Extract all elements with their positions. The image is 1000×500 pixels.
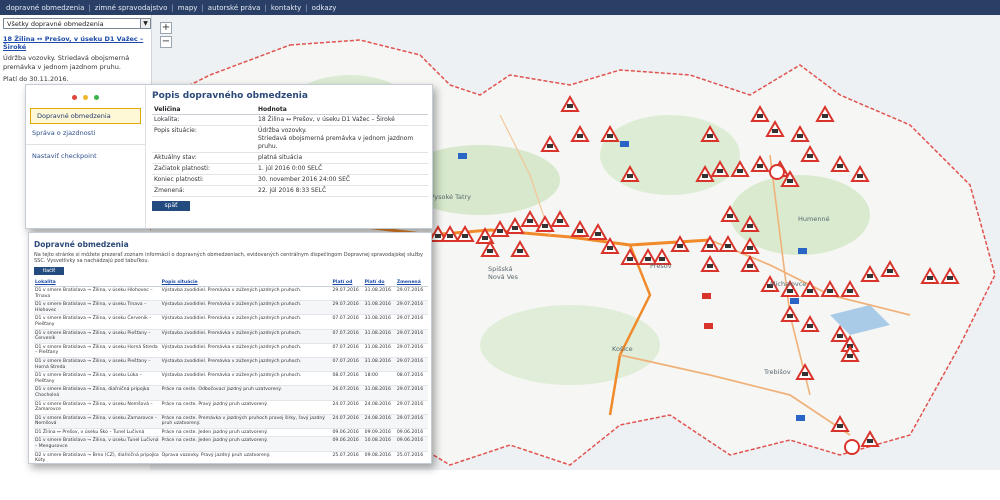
table-row[interactable]: D1 v smere Bratislava → Žilina, v úseku … [34,329,428,344]
column-popis[interactable]: Popis situácie [160,279,332,287]
detail-table: Veličina Hodnota Lokalita: 18 Žilina ↔ P… [152,105,428,197]
nav-autorske-prava[interactable]: autorské práva [208,4,261,12]
map-label-humenne: Humenné [798,215,830,223]
table-row[interactable]: D2 v smere Bratislava → Brno (CZ), diaľn… [34,451,428,463]
header-velicina: Veličina [152,105,256,115]
table-row[interactable]: D1 v smere Bratislava → Žilina, v úseku … [34,371,428,387]
zoom-in-button[interactable]: + [160,22,172,34]
restriction-detail-window: Dopravné obmedzenia Správa o zjazdnosti … [25,84,433,229]
map-label-michalovce: Michalovce [770,280,807,288]
nav-kontakty[interactable]: kontakty [271,4,302,12]
column-plati-do[interactable]: Platí do [363,279,396,287]
column-lokalita[interactable]: Lokalita [34,279,161,287]
column-plati-od[interactable]: Platí od [331,279,364,287]
table-row[interactable]: D1 v smere Bratislava → Žilina, diaľničn… [34,385,428,401]
restriction-table: Lokalita Popis situácie Platí od Platí d… [34,279,428,463]
sidebar-item-dopravne-obmedzenia[interactable]: Dopravné obmedzenia [30,108,141,124]
table-row[interactable]: D1 v smere Bratislava → Žilina, v úseku … [34,314,428,330]
maximize-dot-icon[interactable] [94,95,99,100]
location-marker[interactable] [769,164,785,180]
restriction-link[interactable]: 18 Žilina ↔ Prešov, v úseku D1 Važec – Š… [3,35,148,51]
table-row: Zmenená: 22. júl 2016 8:33 SELČ [152,185,428,197]
zoom-out-button[interactable]: − [160,36,172,48]
restriction-description: Údržba vozovky. Striedavá obojsmerná pre… [3,54,130,71]
table-row[interactable]: D1 Žilina ↔ Prešov, v úseku Ško – Tunel … [34,428,428,438]
location-marker[interactable] [844,439,860,455]
table-row: Začiatok platnosti: 1. júl 2016 0:00 SEL… [152,163,428,175]
restriction-info-panel: Všetky dopravné obmedzenia ▼ 18 Žilina ↔… [0,15,152,95]
restriction-list-window: Dopravné obmedzenia Na tejto stránke si … [28,232,432,464]
nav-odkazy[interactable]: odkazy [312,4,337,12]
list-title: Dopravné obmedzenia [34,240,129,249]
table-row[interactable]: D1 v smere Bratislava → Žilina, v úseku … [34,414,428,429]
restriction-filter-select[interactable]: Všetky dopravné obmedzenia ▼ [3,18,151,29]
map-label-kosice: Košice [612,345,633,353]
table-row[interactable]: D1 v smere Bratislava → Žilina, v úseku … [34,343,428,358]
minimize-dot-icon[interactable] [83,95,88,100]
column-zmenena[interactable]: Zmenená [395,279,428,287]
window-controls [26,95,145,100]
list-description: Na tejto stránke si môžete prezerať zozn… [34,252,424,264]
table-row: Popis situácie: Údržba vozovky. Striedavá… [152,125,428,153]
chevron-down-icon[interactable]: ▼ [140,19,150,28]
header-hodnota: Hodnota [256,105,428,115]
table-row[interactable]: D1 v smere Bratislava → Žilina, v úseku … [34,286,428,302]
detail-content: Popis dopravného obmedzenia Veličina Hod… [152,91,428,211]
detail-sidebar: Dopravné obmedzenia Správa o zjazdnosti … [26,85,146,228]
map-label-spisska: Spišská Nová Ves [488,265,519,281]
table-row: Lokalita: 18 Žilina ↔ Prešov, v úseku D1… [152,114,428,126]
detail-title: Popis dopravného obmedzenia [152,91,308,101]
sidebar-item-sprava-o-zjazdnosti[interactable]: Správa o zjazdnosti [26,126,145,140]
select-value: Všetky dopravné obmedzenia [7,20,104,28]
map-label-tatry: Vysoké Tatry [430,193,472,201]
table-row[interactable]: D1 v smere Bratislava → Žilina, v úseku … [34,357,428,373]
back-button[interactable]: späť [152,201,190,211]
table-row: Aktuálny stav: platná situácia [152,152,428,164]
sidebar-item-nastavit-checkpoint[interactable]: Nastaviť checkpoint [26,149,145,163]
nav-zimne-spravodajstvo[interactable]: zimné spravodajstvo [95,4,168,12]
map-label-presov: Prešov [650,262,672,270]
top-navigation: dopravné obmedzenia | zimné spravodajstv… [0,0,1000,15]
restriction-table-body: D1 v smere Bratislava → Žilina, v úseku … [34,286,428,463]
nav-mapy[interactable]: mapy [178,4,198,12]
print-button[interactable]: tlačiť [34,267,64,275]
table-row[interactable]: D1 v smere Bratislava → Žilina, v úseku … [34,300,428,316]
map-label-trebisov: Trebišov [764,368,791,376]
table-row[interactable]: D1 v smere Bratislava → Žilina, v úseku … [34,400,428,415]
restriction-validity: Platí do 30.11.2016. [3,75,69,83]
nav-dopravne-obmedzenia[interactable]: dopravné obmedzenia [6,4,84,12]
close-dot-icon[interactable] [72,95,77,100]
table-row: Koniec platnosti: 30. november 2016 24:0… [152,174,428,186]
table-row[interactable]: D1 v smere Bratislava → Žilina, v úseku … [34,436,428,452]
